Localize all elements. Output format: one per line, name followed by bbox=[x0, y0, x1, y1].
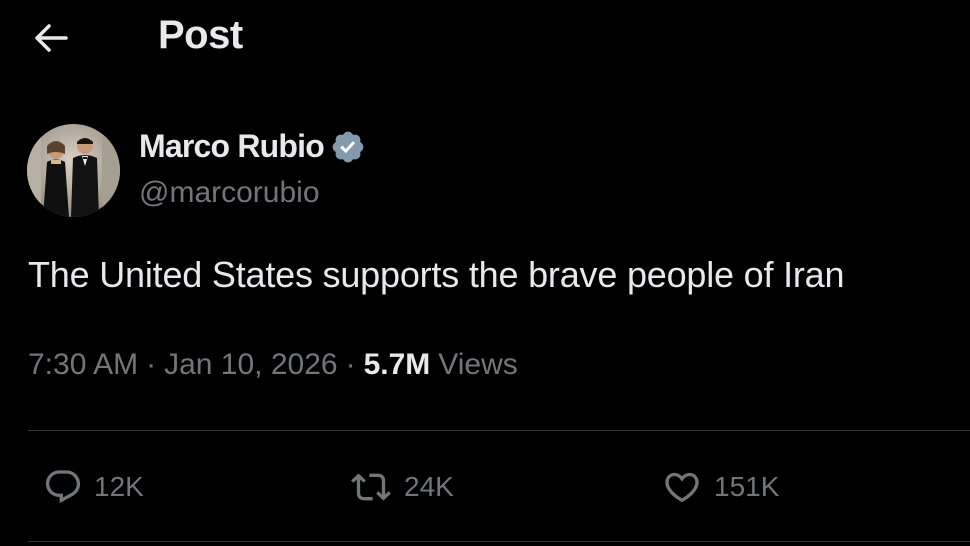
repost-button[interactable]: 24K bbox=[346, 465, 454, 509]
reply-icon bbox=[45, 470, 81, 504]
divider bbox=[28, 430, 970, 431]
reply-button[interactable]: 12K bbox=[40, 465, 144, 509]
post-meta: 7:30 AM · Jan 10, 2026 · 5.7M Views bbox=[28, 348, 518, 382]
top-bar: Post bbox=[0, 0, 970, 78]
divider bbox=[28, 541, 970, 542]
back-button[interactable] bbox=[30, 20, 72, 56]
avatar[interactable] bbox=[27, 124, 120, 217]
like-button[interactable]: 151K bbox=[658, 465, 779, 509]
page-title: Post bbox=[158, 13, 243, 57]
post-time[interactable]: 7:30 AM bbox=[28, 348, 138, 382]
verified-badge-icon bbox=[330, 129, 366, 165]
author-name-row[interactable]: Marco Rubio bbox=[139, 128, 366, 165]
repost-icon bbox=[351, 473, 391, 501]
arrow-left-icon bbox=[35, 24, 68, 52]
meta-separator: · bbox=[146, 348, 157, 381]
heart-icon bbox=[665, 472, 699, 503]
repost-count: 24K bbox=[404, 471, 454, 502]
post-date[interactable]: Jan 10, 2026 bbox=[164, 348, 337, 382]
views-count: 5.7M bbox=[363, 348, 431, 381]
post-text: The United States supports the brave peo… bbox=[28, 254, 845, 295]
author-handle[interactable]: @marcorubio bbox=[139, 176, 320, 210]
like-count: 151K bbox=[714, 471, 780, 502]
views-label: Views bbox=[438, 348, 518, 381]
reply-count: 12K bbox=[94, 471, 144, 502]
author-name: Marco Rubio bbox=[139, 128, 325, 164]
meta-separator: · bbox=[345, 348, 356, 381]
